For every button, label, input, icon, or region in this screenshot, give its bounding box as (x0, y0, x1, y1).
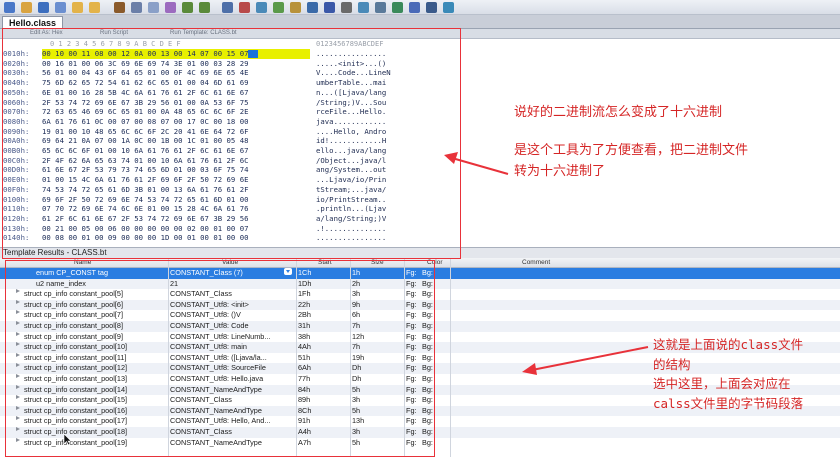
annotation-note-binary: 说好的二进制流怎么变成了十六进制 (514, 105, 723, 120)
goto-icon[interactable] (256, 2, 267, 13)
open-icon[interactable] (21, 2, 32, 13)
annotation-note-tool-line1: 是这个工具为了方便查看，把二进制文件 (514, 143, 749, 158)
annotation-box-hex (2, 28, 461, 259)
save-all-icon[interactable] (55, 2, 66, 13)
toolbar (0, 0, 840, 15)
script-icon[interactable] (290, 2, 301, 13)
chart-icon[interactable] (409, 2, 420, 13)
mouse-cursor-icon (64, 434, 72, 446)
calculator-icon[interactable] (375, 2, 386, 13)
wrench-icon[interactable] (426, 2, 437, 13)
annotation-note-structure-line: 选中这里，上面会对应在 (653, 376, 791, 391)
annotation-note-structure-line: calss文件里的字节码段落 (653, 395, 804, 411)
help-icon[interactable] (443, 2, 454, 13)
folder-icon[interactable] (89, 2, 100, 13)
tools-icon[interactable] (392, 2, 403, 13)
annotation-note-structure-line: 这就是上面说的class文件 (653, 337, 804, 352)
new-icon[interactable] (4, 2, 15, 13)
compare-icon[interactable] (358, 2, 369, 13)
redo-icon[interactable] (199, 2, 210, 13)
undo-icon[interactable] (182, 2, 193, 13)
annotation-arrow-hex (444, 152, 509, 175)
paste-special-icon[interactable] (165, 2, 176, 13)
col-header-comment[interactable]: Comment (522, 259, 550, 266)
replace-icon[interactable] (239, 2, 250, 13)
folder-icon[interactable] (72, 2, 83, 13)
cut-icon[interactable] (114, 2, 125, 13)
annotation-note-structure: 这就是上面说的class文件 的结构选中这里，上面会对应在 calss文件里的字节码… (653, 335, 803, 413)
annotation-note-tool-line2: 转为十六进制了 (514, 164, 606, 179)
bookmark-icon[interactable] (273, 2, 284, 13)
find-icon[interactable] (222, 2, 233, 13)
hex-icon[interactable] (324, 2, 335, 13)
tab-bar: Hello.class (0, 15, 840, 29)
paste-icon[interactable] (148, 2, 159, 13)
text-icon[interactable] (341, 2, 352, 13)
save-icon[interactable] (38, 2, 49, 13)
annotation-box-template (5, 260, 435, 457)
copy-icon[interactable] (131, 2, 142, 13)
template-icon[interactable] (307, 2, 318, 13)
column-divider[interactable] (450, 258, 451, 457)
annotation-arrow-template (522, 346, 649, 375)
annotation-note-structure-line: 的结构 (653, 356, 691, 372)
